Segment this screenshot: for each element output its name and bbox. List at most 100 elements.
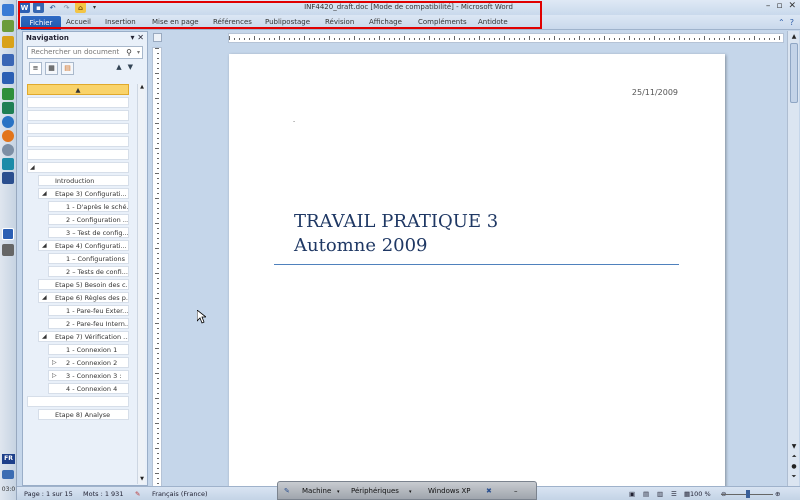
- nav-heading-item[interactable]: 1 - D'après le sché...: [48, 201, 129, 212]
- app-icon[interactable]: [2, 36, 14, 48]
- tab-review[interactable]: Révision: [325, 18, 354, 26]
- pages-view-icon[interactable]: ▦: [45, 62, 58, 75]
- zoom-slider-handle[interactable]: [746, 490, 750, 498]
- minimize-vm-icon[interactable]: –: [514, 487, 518, 495]
- devices-dropdown-icon[interactable]: ▾: [409, 489, 412, 495]
- nav-empty-heading[interactable]: [27, 396, 129, 407]
- tab-mailings[interactable]: Publipostage: [265, 18, 310, 26]
- nav-heading-item[interactable]: 2 - Connexion 2: [48, 357, 129, 368]
- nav-heading-item[interactable]: Etape 6) Règles des p...: [38, 292, 129, 303]
- search-input[interactable]: Rechercher un document ⚲ ▾: [27, 46, 143, 59]
- document-page[interactable]: 25/11/2009 - TRAVAIL PRATIQUE 3 Automne …: [229, 54, 725, 494]
- app-icon[interactable]: [2, 158, 14, 170]
- nav-heading-item[interactable]: 2 - Pare-feu Intern...: [48, 318, 129, 329]
- expand-toggle-icon[interactable]: ◢: [42, 242, 47, 249]
- next-page-icon[interactable]: ⏷: [788, 472, 800, 482]
- browse-object-icon[interactable]: ●: [788, 462, 800, 472]
- nav-empty-heading[interactable]: [27, 149, 129, 160]
- language-status[interactable]: Français (France): [152, 490, 208, 498]
- nav-empty-heading[interactable]: [27, 123, 129, 134]
- nav-heading-item[interactable]: 3 - Connexion 3 :: [48, 370, 129, 381]
- devices-menu[interactable]: Périphériques: [351, 487, 399, 495]
- print-layout-icon[interactable]: ▣: [629, 490, 635, 498]
- scroll-up-icon[interactable]: ▲: [138, 84, 146, 92]
- scroll-up-icon[interactable]: ▲: [788, 33, 800, 40]
- app-icon[interactable]: [2, 20, 14, 32]
- nav-heading-item[interactable]: 3 – Test de config...: [48, 227, 129, 238]
- app-icon[interactable]: [2, 144, 14, 156]
- close-pane-icon[interactable]: ✕: [137, 33, 144, 42]
- tab-addins[interactable]: Compléments: [418, 18, 467, 26]
- app-icon[interactable]: [2, 102, 14, 114]
- word-icon[interactable]: [2, 72, 14, 84]
- search-icon[interactable]: ⚲: [126, 47, 132, 58]
- web-layout-icon[interactable]: ▥: [657, 490, 663, 498]
- tab-file[interactable]: Fichier: [21, 16, 61, 30]
- nav-heading-item[interactable]: 1 - Connexion 1: [48, 344, 129, 355]
- browser-icon[interactable]: [2, 116, 14, 128]
- zoom-level[interactable]: 100 %: [690, 490, 711, 498]
- navigation-scrollbar[interactable]: ▲ ▼: [137, 84, 145, 484]
- tab-home[interactable]: Accueil: [66, 18, 91, 26]
- close-icon[interactable]: ✕: [788, 1, 796, 11]
- nav-heading-item[interactable]: 1 - Pare-feu Exter...: [48, 305, 129, 316]
- headings-view-icon[interactable]: ≡: [29, 62, 42, 75]
- app-icon[interactable]: [2, 54, 14, 66]
- nav-heading-item[interactable]: Etape 7) Vérification ...: [38, 331, 129, 342]
- zoom-in-icon[interactable]: ⊕: [775, 490, 780, 498]
- scroll-down-icon[interactable]: ▼: [788, 442, 800, 452]
- minimize-icon[interactable]: –: [766, 1, 771, 11]
- nav-heading-item[interactable]: Etape 3) Configurati...: [38, 188, 129, 199]
- proofing-icon[interactable]: ✎: [135, 490, 140, 498]
- scroll-thumb[interactable]: [790, 43, 798, 103]
- horizontal-ruler[interactable]: [228, 33, 784, 43]
- tab-insert[interactable]: Insertion: [105, 18, 136, 26]
- machine-menu[interactable]: Machine: [302, 487, 331, 495]
- nav-empty-heading[interactable]: [27, 110, 129, 121]
- nav-heading-item[interactable]: 4 - Connexion 4: [48, 383, 129, 394]
- document-scrollbar[interactable]: ▲ ▼ ⏶ ● ⏷: [787, 31, 799, 486]
- expand-toggle-icon[interactable]: ◢: [30, 164, 35, 171]
- expand-toggle-icon[interactable]: ▷: [52, 359, 57, 366]
- next-heading-icon[interactable]: ▼: [128, 63, 139, 71]
- nav-heading-item[interactable]: 2 - Configuration ...: [48, 214, 129, 225]
- expand-toggle-icon[interactable]: ◢: [42, 294, 47, 301]
- nav-heading-item[interactable]: Etape 4) Configurati...: [38, 240, 129, 251]
- settings-icon[interactable]: ✖: [486, 487, 492, 495]
- tab-references[interactable]: Références: [213, 18, 252, 26]
- full-screen-icon[interactable]: ▤: [643, 490, 649, 498]
- expand-toggle-icon[interactable]: ▷: [52, 372, 57, 379]
- pane-options-icon[interactable]: ▾: [130, 33, 134, 42]
- start-icon[interactable]: [2, 4, 14, 16]
- search-dropdown-icon[interactable]: ▾: [137, 47, 140, 58]
- nav-heading-item[interactable]: 1 – Configurations: [48, 253, 129, 264]
- expand-toggle-icon[interactable]: ◢: [42, 190, 47, 197]
- language-indicator[interactable]: FR: [2, 454, 15, 464]
- restore-icon[interactable]: ▫: [776, 1, 782, 11]
- nav-heading-item[interactable]: Etape 5) Besoin des c...: [38, 279, 129, 290]
- firefox-icon[interactable]: [2, 130, 14, 142]
- word-count[interactable]: Mots : 1 931: [83, 490, 123, 498]
- pin-icon[interactable]: ✎: [284, 487, 290, 495]
- nav-heading-item[interactable]: Introduction: [38, 175, 129, 186]
- outline-icon[interactable]: ☰: [671, 490, 677, 498]
- word-task-icon[interactable]: [2, 228, 14, 240]
- results-view-icon[interactable]: ▤: [61, 62, 74, 75]
- vertical-ruler[interactable]: [152, 47, 162, 487]
- tab-view[interactable]: Affichage: [369, 18, 402, 26]
- expand-toggle-icon[interactable]: ◢: [42, 333, 47, 340]
- ribbon-collapse-icon[interactable]: ⌃: [778, 18, 785, 27]
- nav-empty-heading[interactable]: [27, 97, 129, 108]
- machine-dropdown-icon[interactable]: ▾: [337, 489, 340, 495]
- previous-heading-icon[interactable]: ▲: [116, 63, 127, 71]
- nav-empty-heading[interactable]: [27, 162, 129, 173]
- previous-page-icon[interactable]: ⏶: [788, 452, 800, 462]
- app-icon[interactable]: [2, 244, 14, 256]
- page-count[interactable]: Page : 1 sur 15: [24, 490, 73, 498]
- collapse-icon[interactable]: ▲: [76, 86, 81, 94]
- nav-heading-item[interactable]: Etape 8) Analyse: [38, 409, 129, 420]
- tab-page-layout[interactable]: Mise en page: [152, 18, 199, 26]
- nav-empty-heading[interactable]: [27, 136, 129, 147]
- tab-antidote[interactable]: Antidote: [478, 18, 508, 26]
- scroll-down-icon[interactable]: ▼: [138, 476, 146, 484]
